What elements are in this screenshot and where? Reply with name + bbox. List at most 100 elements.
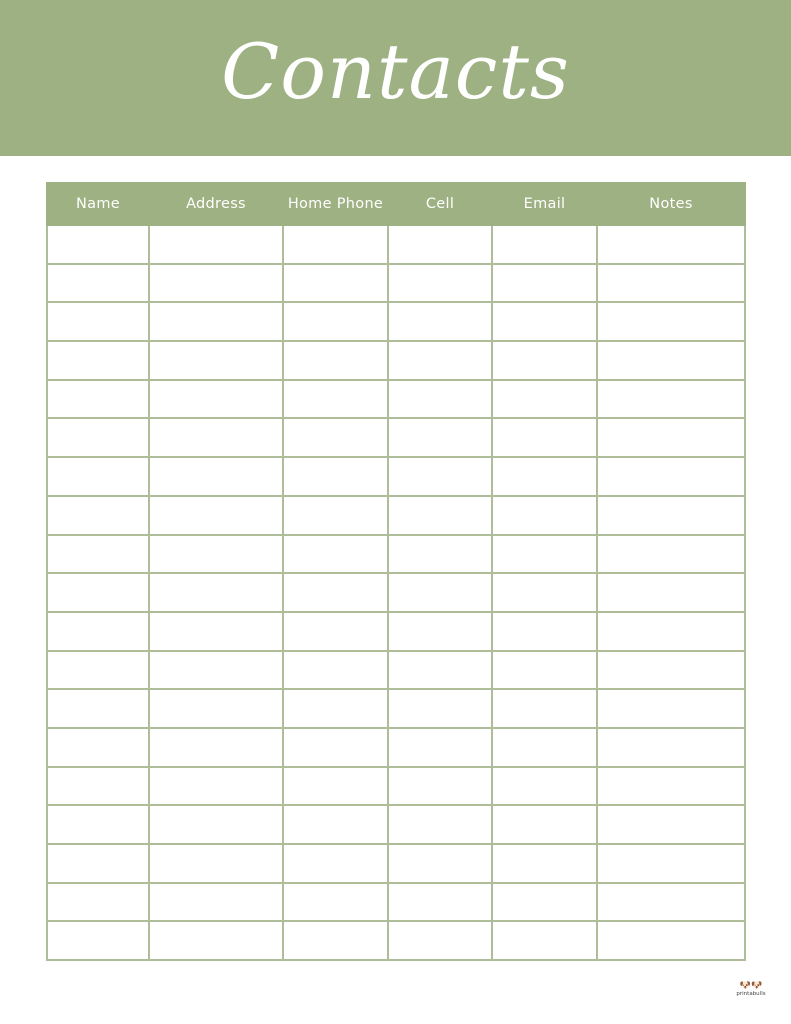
cell-notes[interactable]: [596, 881, 746, 923]
cell-cell[interactable]: [387, 224, 493, 265]
cell-home-phone[interactable]: [282, 843, 389, 884]
cell-email[interactable]: [491, 804, 598, 845]
cell-cell[interactable]: [387, 649, 493, 691]
cell-name[interactable]: [46, 224, 150, 265]
cell-address[interactable]: [148, 340, 284, 381]
cell-home-phone[interactable]: [282, 456, 389, 497]
cell-cell[interactable]: [387, 920, 493, 962]
cell-name[interactable]: [46, 843, 150, 884]
cell-cell[interactable]: [387, 843, 493, 884]
cell-name[interactable]: [46, 456, 150, 497]
cell-notes[interactable]: [596, 301, 746, 343]
cell-notes[interactable]: [596, 262, 746, 304]
cell-notes[interactable]: [596, 224, 746, 265]
cell-name[interactable]: [46, 765, 150, 807]
cell-notes[interactable]: [596, 572, 746, 613]
cell-home-phone[interactable]: [282, 804, 389, 845]
cell-address[interactable]: [148, 920, 284, 962]
cell-notes[interactable]: [596, 726, 746, 768]
cell-address[interactable]: [148, 494, 284, 536]
cell-home-phone[interactable]: [282, 301, 389, 343]
cell-cell[interactable]: [387, 262, 493, 304]
cell-name[interactable]: [46, 726, 150, 768]
cell-notes[interactable]: [596, 456, 746, 497]
cell-address[interactable]: [148, 881, 284, 923]
cell-address[interactable]: [148, 688, 284, 729]
cell-email[interactable]: [491, 262, 598, 304]
cell-name[interactable]: [46, 378, 150, 420]
cell-cell[interactable]: [387, 494, 493, 536]
cell-notes[interactable]: [596, 920, 746, 962]
cell-name[interactable]: [46, 262, 150, 304]
cell-name[interactable]: [46, 417, 150, 459]
cell-email[interactable]: [491, 843, 598, 884]
cell-email[interactable]: [491, 340, 598, 381]
cell-notes[interactable]: [596, 765, 746, 807]
cell-home-phone[interactable]: [282, 224, 389, 265]
cell-home-phone[interactable]: [282, 649, 389, 691]
cell-home-phone[interactable]: [282, 572, 389, 613]
cell-name[interactable]: [46, 340, 150, 381]
cell-notes[interactable]: [596, 494, 746, 536]
cell-email[interactable]: [491, 533, 598, 575]
cell-email[interactable]: [491, 224, 598, 265]
cell-email[interactable]: [491, 920, 598, 962]
cell-home-phone[interactable]: [282, 378, 389, 420]
cell-home-phone[interactable]: [282, 881, 389, 923]
cell-home-phone[interactable]: [282, 726, 389, 768]
cell-email[interactable]: [491, 378, 598, 420]
cell-cell[interactable]: [387, 610, 493, 652]
cell-address[interactable]: [148, 610, 284, 652]
cell-address[interactable]: [148, 456, 284, 497]
cell-cell[interactable]: [387, 726, 493, 768]
cell-name[interactable]: [46, 494, 150, 536]
cell-notes[interactable]: [596, 378, 746, 420]
cell-name[interactable]: [46, 804, 150, 845]
cell-home-phone[interactable]: [282, 920, 389, 962]
cell-cell[interactable]: [387, 688, 493, 729]
cell-home-phone[interactable]: [282, 688, 389, 729]
cell-email[interactable]: [491, 688, 598, 729]
cell-address[interactable]: [148, 572, 284, 613]
cell-address[interactable]: [148, 417, 284, 459]
cell-cell[interactable]: [387, 456, 493, 497]
cell-address[interactable]: [148, 533, 284, 575]
cell-home-phone[interactable]: [282, 765, 389, 807]
cell-home-phone[interactable]: [282, 610, 389, 652]
cell-cell[interactable]: [387, 417, 493, 459]
cell-email[interactable]: [491, 765, 598, 807]
cell-cell[interactable]: [387, 533, 493, 575]
cell-notes[interactable]: [596, 417, 746, 459]
cell-home-phone[interactable]: [282, 533, 389, 575]
cell-cell[interactable]: [387, 378, 493, 420]
cell-email[interactable]: [491, 649, 598, 691]
cell-email[interactable]: [491, 417, 598, 459]
cell-address[interactable]: [148, 262, 284, 304]
cell-notes[interactable]: [596, 843, 746, 884]
cell-cell[interactable]: [387, 804, 493, 845]
cell-name[interactable]: [46, 533, 150, 575]
cell-address[interactable]: [148, 378, 284, 420]
cell-email[interactable]: [491, 572, 598, 613]
cell-address[interactable]: [148, 726, 284, 768]
cell-home-phone[interactable]: [282, 494, 389, 536]
cell-name[interactable]: [46, 649, 150, 691]
cell-email[interactable]: [491, 494, 598, 536]
cell-cell[interactable]: [387, 340, 493, 381]
cell-notes[interactable]: [596, 649, 746, 691]
cell-name[interactable]: [46, 610, 150, 652]
cell-cell[interactable]: [387, 572, 493, 613]
cell-address[interactable]: [148, 224, 284, 265]
cell-name[interactable]: [46, 301, 150, 343]
cell-email[interactable]: [491, 881, 598, 923]
cell-home-phone[interactable]: [282, 262, 389, 304]
cell-notes[interactable]: [596, 804, 746, 845]
cell-notes[interactable]: [596, 340, 746, 381]
cell-name[interactable]: [46, 881, 150, 923]
cell-address[interactable]: [148, 804, 284, 845]
cell-email[interactable]: [491, 301, 598, 343]
cell-cell[interactable]: [387, 301, 493, 343]
cell-notes[interactable]: [596, 533, 746, 575]
cell-name[interactable]: [46, 920, 150, 962]
cell-home-phone[interactable]: [282, 417, 389, 459]
